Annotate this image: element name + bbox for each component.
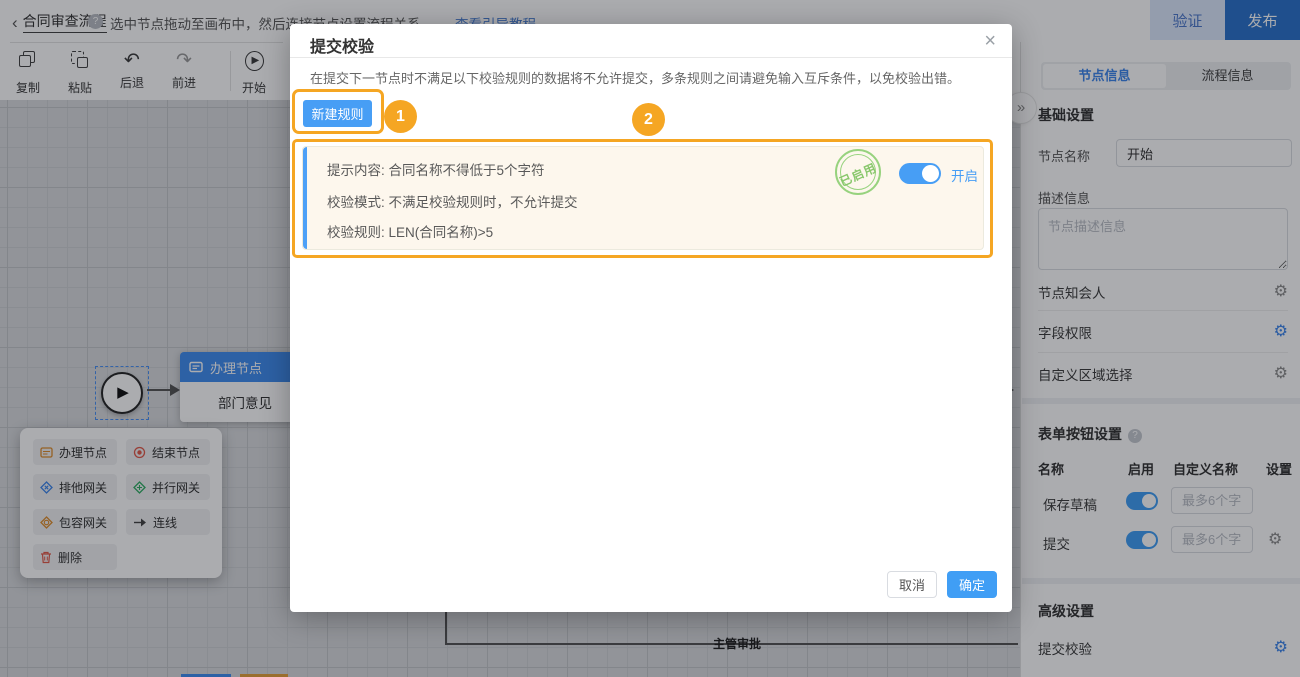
rule-enable-toggle[interactable]	[899, 163, 941, 184]
dialog-title: 提交校验	[310, 33, 374, 57]
rule-tip-text: 提示内容: 合同名称不得低于5个字符	[327, 159, 545, 179]
new-rule-button[interactable]: 新建规则	[303, 100, 372, 127]
app-root: ‹ 合同审查流程 ? 选中节点拖动至画布中，然后连接节点设置流程关系 查看引导教…	[0, 0, 1300, 677]
rule-expression-text: 校验规则: LEN(合同名称)>5	[327, 221, 493, 241]
close-icon[interactable]: ×	[984, 31, 996, 51]
dialog-header-divider	[290, 57, 1012, 58]
rule-mode-text: 校验模式: 不满足校验规则时，不允许提交	[327, 191, 578, 211]
rule-toggle-label: 开启	[951, 165, 978, 185]
rule-card-accent-stripe	[303, 147, 307, 249]
cancel-button[interactable]: 取消	[887, 571, 937, 598]
enabled-stamp-text: 已启用	[835, 158, 880, 191]
confirm-button[interactable]: 确定	[947, 571, 997, 598]
submit-validation-dialog: 提交校验 × 在提交下一节点时不满足以下校验规则的数据将不允许提交，多条规则之间…	[290, 24, 1012, 612]
dialog-description: 在提交下一节点时不满足以下校验规则的数据将不允许提交，多条规则之间请避免输入互斥…	[310, 68, 995, 87]
enabled-stamp: 已启用	[835, 149, 881, 195]
validation-rule-card[interactable]: 提示内容: 合同名称不得低于5个字符 校验模式: 不满足校验规则时，不允许提交 …	[302, 146, 984, 250]
